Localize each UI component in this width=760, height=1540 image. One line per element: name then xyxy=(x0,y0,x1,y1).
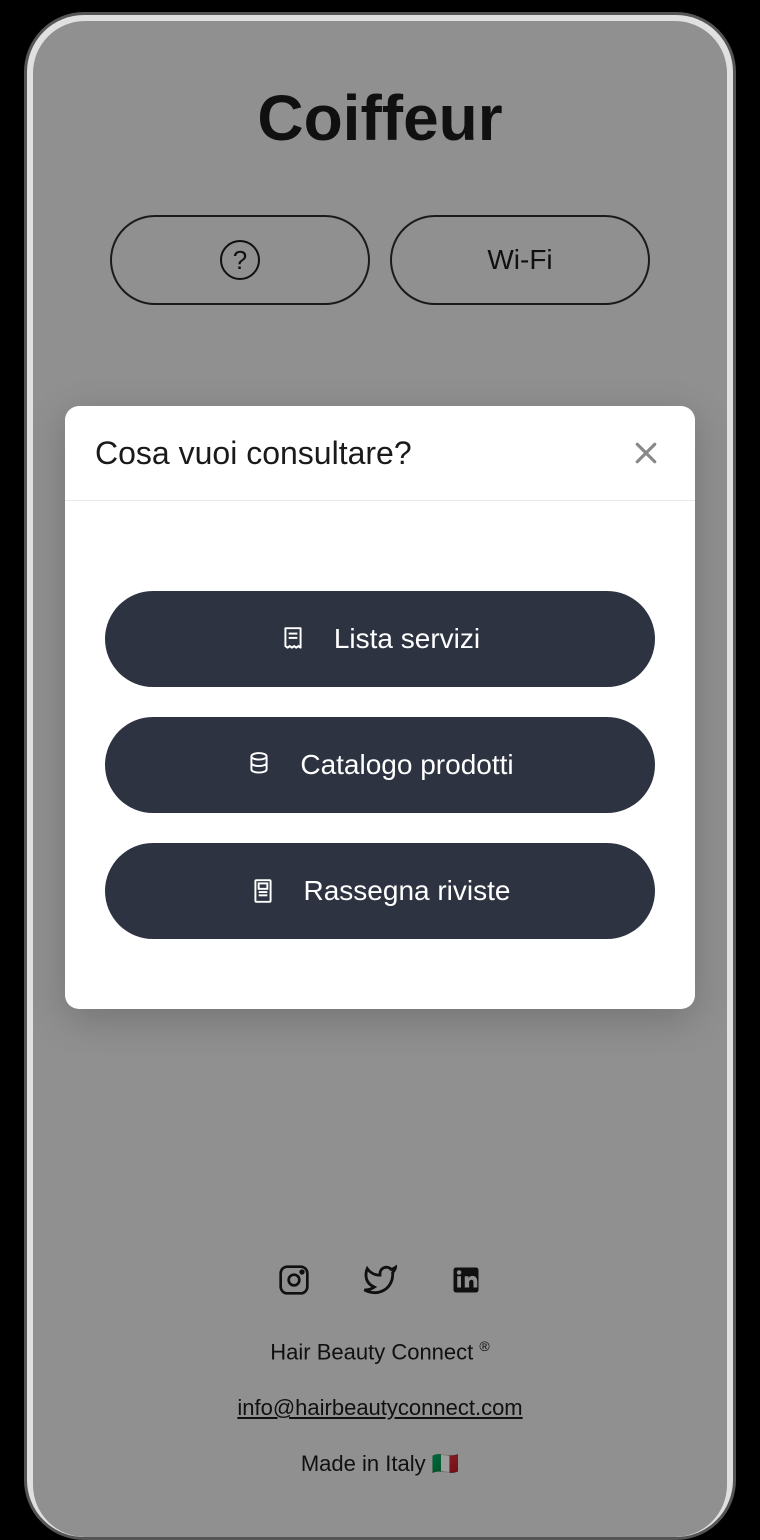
device-frame: Coiffeur ? Wi-Fi xyxy=(24,12,736,1540)
services-list-button[interactable]: Lista servizi xyxy=(105,591,655,687)
close-icon xyxy=(631,438,661,468)
database-icon xyxy=(246,752,272,778)
modal-body: Lista servizi Catalogo prodotti xyxy=(65,501,695,1009)
screen: Coiffeur ? Wi-Fi xyxy=(33,21,727,1537)
option-label: Rassegna riviste xyxy=(304,875,511,907)
close-button[interactable] xyxy=(627,434,665,472)
consult-modal: Cosa vuoi consultare? xyxy=(65,406,695,1009)
newspaper-icon xyxy=(250,878,276,904)
receipt-icon xyxy=(280,626,306,652)
option-label: Catalogo prodotti xyxy=(300,749,513,781)
product-catalog-button[interactable]: Catalogo prodotti xyxy=(105,717,655,813)
magazine-review-button[interactable]: Rassegna riviste xyxy=(105,843,655,939)
option-label: Lista servizi xyxy=(334,623,480,655)
modal-title: Cosa vuoi consultare? xyxy=(95,435,412,472)
modal-overlay[interactable]: Cosa vuoi consultare? xyxy=(33,21,727,1537)
modal-header: Cosa vuoi consultare? xyxy=(65,406,695,501)
